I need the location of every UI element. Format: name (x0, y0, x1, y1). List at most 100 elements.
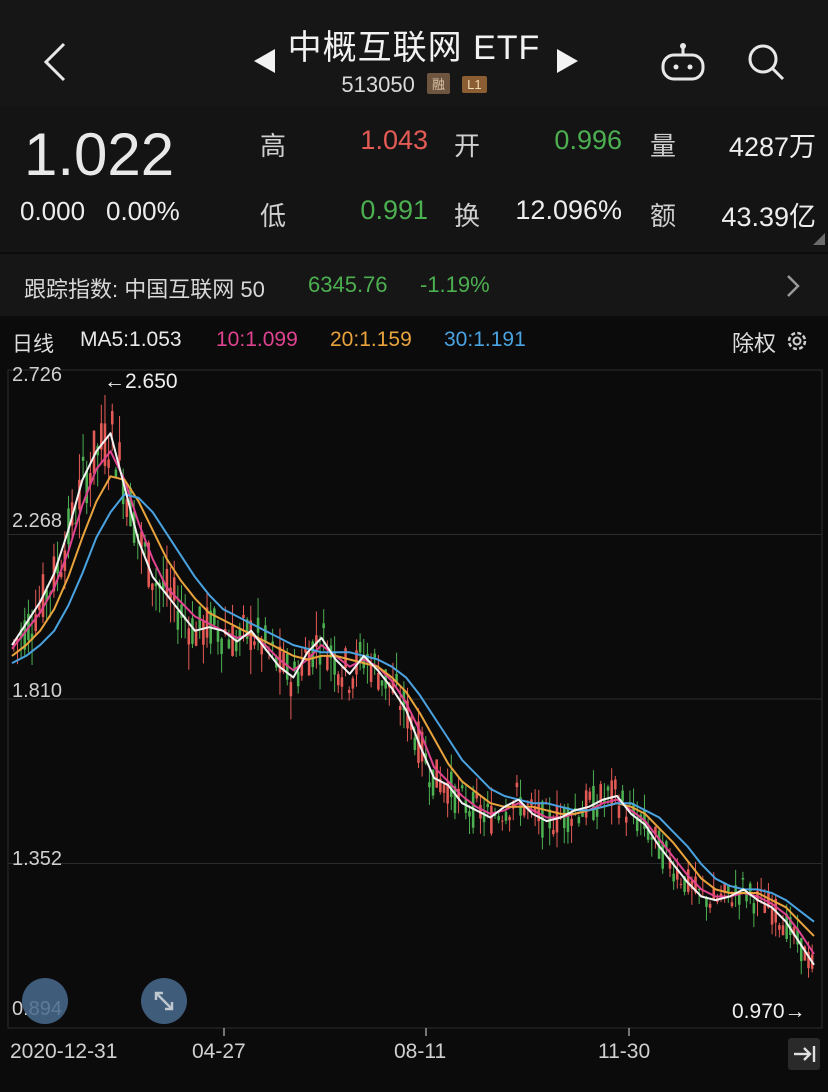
candle-body (151, 583, 154, 590)
x-tick-label: 11-30 (598, 1040, 651, 1063)
candle-body (81, 456, 85, 461)
candle-body (548, 809, 551, 829)
security-code: 513050 (341, 72, 415, 97)
expand-corner-icon[interactable] (812, 232, 826, 246)
candle-body (577, 816, 581, 824)
candle-body (194, 629, 198, 646)
candle-body (165, 568, 169, 596)
ma-line-20 (11, 475, 815, 937)
candle-body (242, 614, 245, 618)
candle-body (752, 903, 756, 914)
amount-label: 额 (650, 201, 677, 231)
high-label: 高 (260, 131, 287, 161)
candle-body (508, 816, 511, 821)
ma-line-30 (11, 493, 815, 923)
candle-body (304, 648, 307, 653)
quote-panel: 1.022 0.000 0.00% 高 1.043 开 0.996 量 4287… (0, 106, 828, 252)
tracking-index-label: 跟踪指数: 中国互联网 50 (24, 277, 265, 302)
candle-body (110, 411, 114, 425)
candle-body (307, 651, 311, 676)
high-value: 1.043 (360, 125, 428, 155)
candle-body (515, 782, 519, 788)
margin-badge: 融 (426, 73, 450, 94)
kline-chart[interactable] (0, 318, 828, 1092)
low-value: 0.991 (360, 195, 428, 225)
candle-body (442, 784, 446, 793)
candle-body (708, 903, 712, 908)
candle-body (584, 790, 588, 818)
candle-body (497, 816, 500, 821)
candle-body (326, 655, 329, 670)
x-tick-label: 04-27 (192, 1040, 246, 1063)
candle-body (526, 803, 530, 805)
candle-body (501, 820, 504, 822)
search-icon[interactable] (746, 42, 786, 82)
volume-value: 4287万 (728, 132, 816, 162)
turnover-value: 12.096% (515, 195, 622, 225)
candle-body (460, 785, 464, 789)
candle-body (398, 706, 402, 710)
candle-body (373, 653, 376, 658)
candle-body (435, 759, 438, 788)
candle-body (672, 873, 675, 882)
level-badge: L1 (462, 76, 487, 93)
low-label: 低 (260, 201, 287, 231)
arrow-to-end-icon (794, 1046, 816, 1062)
candle-body (347, 689, 351, 693)
x-tick-label: 08-11 (394, 1040, 447, 1063)
candle-body (227, 639, 231, 649)
candle-body (253, 641, 256, 646)
y-tick-label: 1.810 (12, 680, 63, 702)
candle-body (351, 678, 355, 689)
y-tick-label: 1.352 (12, 848, 63, 870)
price-change-pct: 0.00% (106, 196, 180, 226)
fullscreen-button[interactable] (141, 978, 187, 1024)
robot-icon[interactable] (660, 42, 706, 82)
x-tick-label: 2020-12-31 (10, 1040, 118, 1063)
candle-body (504, 811, 508, 821)
candle-body (191, 618, 194, 644)
scroll-to-end-button[interactable] (788, 1038, 820, 1070)
chevron-right-icon[interactable] (786, 274, 800, 298)
candle-body (730, 902, 734, 907)
open-label: 开 (454, 131, 481, 161)
tracking-index-value: 6345.76 (308, 272, 388, 297)
candle-body (336, 674, 340, 686)
candle-body (522, 806, 526, 816)
candle-body (340, 677, 344, 687)
candle-body (781, 925, 785, 936)
candle-body (570, 818, 573, 826)
candle-body (413, 737, 417, 751)
y-tick-label: 2.726 (12, 364, 63, 386)
candle-body (358, 641, 362, 653)
last-price: 1.022 (24, 121, 175, 188)
candle-body (778, 925, 781, 930)
candle-body (202, 620, 205, 645)
amount-value: 43.39亿 (721, 202, 816, 232)
candle-body (748, 883, 752, 893)
candle-body (220, 638, 223, 654)
prev-period-button[interactable] (22, 978, 68, 1024)
candle-body (187, 628, 191, 645)
price-change: 0.000 (20, 196, 86, 226)
candle-body (296, 671, 300, 687)
candle-body (176, 610, 180, 630)
min-annotation: 0.970→ (732, 1000, 806, 1023)
y-tick-label: 2.268 (12, 510, 63, 532)
candle-body (799, 938, 803, 962)
candle-body (318, 656, 322, 665)
candle-body (679, 883, 683, 885)
candle-body (428, 782, 431, 788)
candle-body (107, 459, 110, 468)
kline-chart-panel[interactable]: 日线 MA5:1.053 10:1.099 20:1.159 30:1.191 … (0, 318, 828, 1092)
candle-body (763, 904, 767, 913)
candle-body (741, 877, 745, 880)
candle-body (322, 623, 325, 629)
candle-body (617, 805, 621, 818)
candle-body (118, 442, 121, 461)
tracking-index-row[interactable]: 跟踪指数: 中国互联网 50 6345.76 -1.19% (0, 254, 828, 316)
candle-body (745, 894, 748, 902)
candle-body (216, 629, 220, 642)
candle-body (289, 682, 293, 697)
candle-body (606, 786, 610, 791)
